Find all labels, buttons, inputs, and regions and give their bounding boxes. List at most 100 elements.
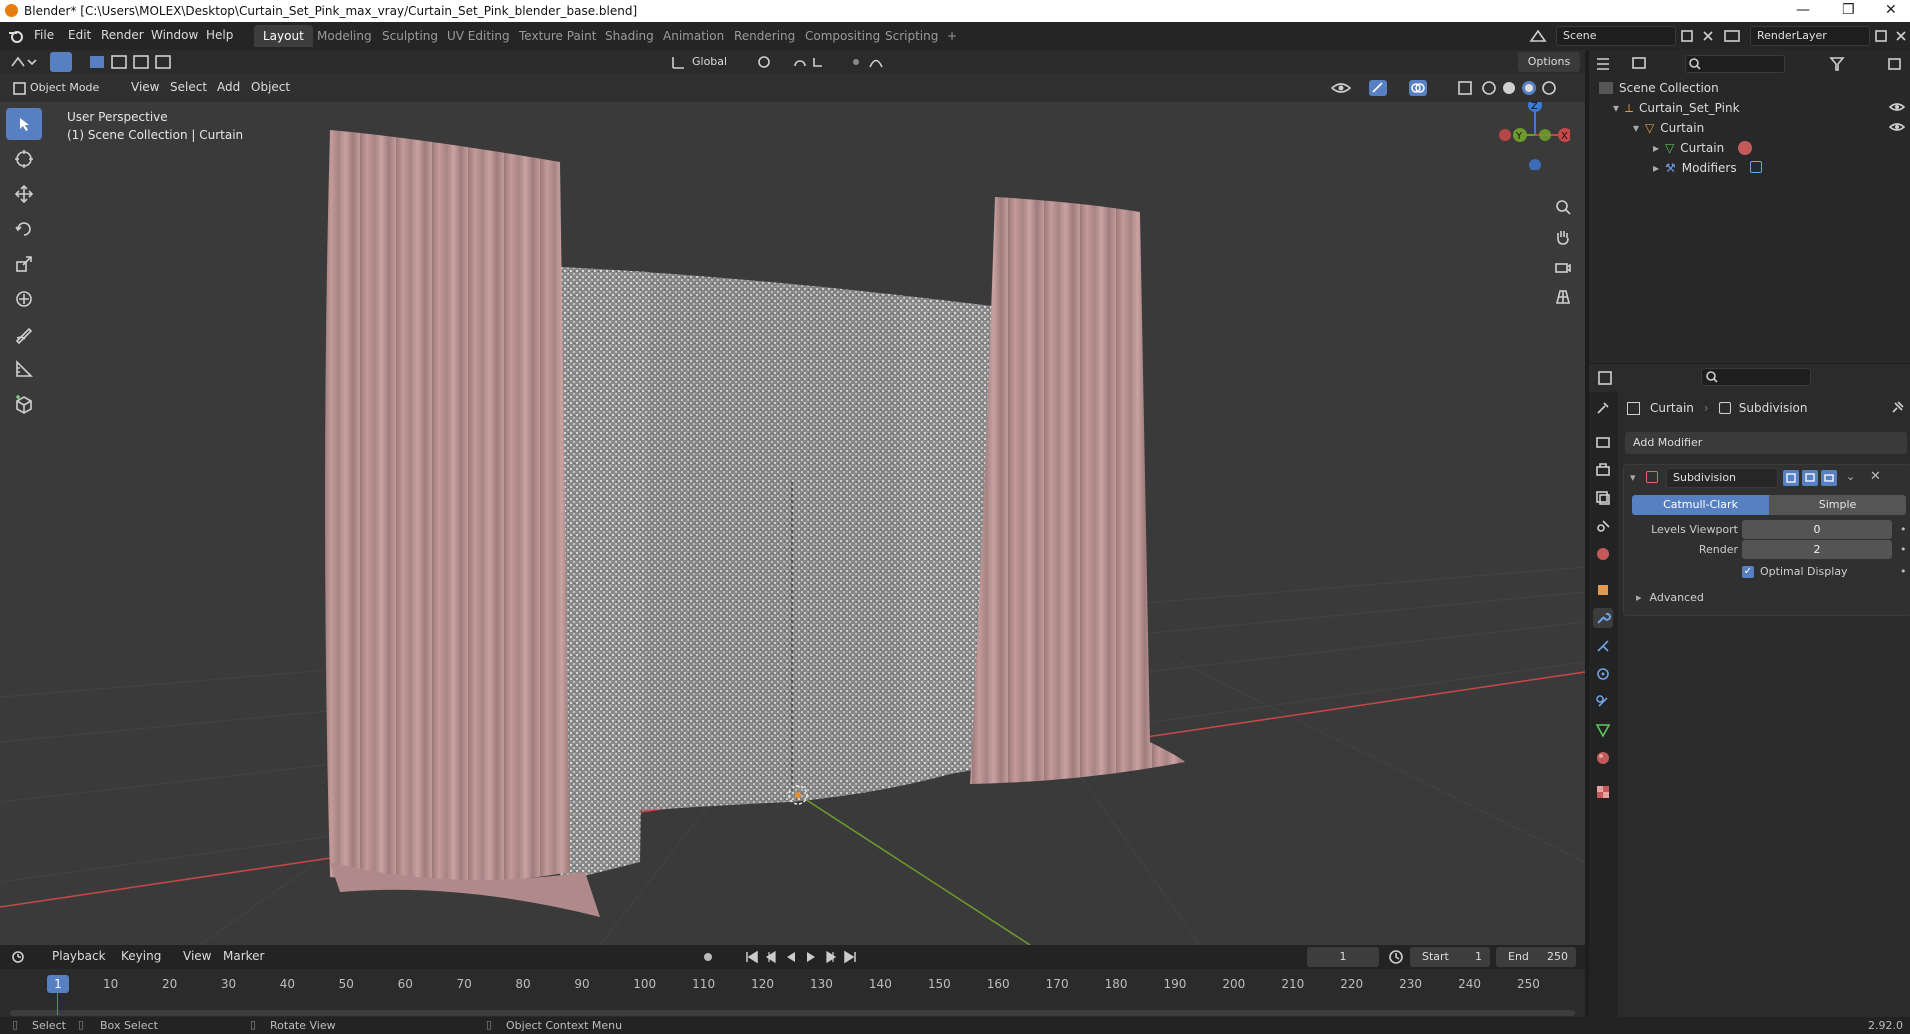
tab-layout[interactable]: Layout: [254, 25, 313, 47]
viewport-menu-view[interactable]: View: [131, 80, 159, 94]
preview-range-icon[interactable]: [1388, 949, 1406, 965]
scene-icon[interactable]: [1528, 27, 1552, 45]
optimal-display-checkbox[interactable]: ✓: [1742, 565, 1754, 578]
pin-icon[interactable]: [1889, 400, 1905, 416]
zoom-icon[interactable]: [1550, 194, 1576, 220]
menu-file[interactable]: File: [34, 28, 54, 42]
render-layer-icon[interactable]: [1722, 27, 1746, 45]
navigation-gizmo[interactable]: Z X Y: [1490, 102, 1570, 170]
maximize-button[interactable]: ❒: [1842, 2, 1855, 18]
xray-icon[interactable]: [1456, 79, 1474, 97]
output-tab-icon[interactable]: [1593, 460, 1613, 480]
close-button[interactable]: ✕: [1885, 2, 1897, 18]
transform-orientation-dropdown[interactable]: Global: [688, 52, 748, 72]
visibility-eye-icon[interactable]: [1889, 120, 1905, 134]
snap-icon[interactable]: [792, 54, 842, 70]
pan-hand-icon[interactable]: [1550, 224, 1576, 250]
select-box-tool[interactable]: [6, 108, 42, 140]
new-layer-icon[interactable]: [1874, 28, 1890, 44]
simple-button[interactable]: Simple: [1769, 495, 1906, 515]
outliner-editor-type-icon[interactable]: [1595, 56, 1625, 72]
catmull-clark-button[interactable]: Catmull-Clark: [1632, 495, 1769, 515]
keyframe-dot-icon[interactable]: •: [1900, 523, 1907, 536]
tab-texture-paint[interactable]: Texture Paint: [510, 25, 605, 47]
modifier-tab-wrench-icon[interactable]: [1593, 608, 1613, 628]
playback-controls[interactable]: [745, 949, 860, 965]
outliner-row-curtain-set[interactable]: ▾ ⟂ Curtain_Set_Pink: [1613, 98, 1740, 118]
menu-window[interactable]: Window: [151, 28, 198, 42]
tab-animation[interactable]: Animation: [654, 25, 733, 47]
outliner-row-modifiers[interactable]: ▸ ⚒ Modifiers: [1653, 158, 1763, 178]
render-layer-field[interactable]: RenderLayer: [1750, 26, 1870, 46]
editor-type-icon[interactable]: [10, 54, 38, 70]
data-tab-icon[interactable]: [1593, 720, 1613, 740]
select-tool-button[interactable]: [50, 52, 72, 72]
collapse-arrow-icon[interactable]: ▸: [1653, 161, 1659, 175]
visibility-eye-icon[interactable]: [1330, 79, 1360, 97]
tool-tab-icon[interactable]: [1593, 398, 1613, 418]
cursor-tool[interactable]: [6, 143, 42, 175]
keyframe-dot-icon[interactable]: •: [1900, 565, 1907, 578]
timeline-editor-type-icon[interactable]: [10, 949, 36, 965]
display-mode-icon[interactable]: [1631, 56, 1661, 72]
timeline-menu-keying[interactable]: Keying: [121, 949, 161, 963]
remove-layer-icon[interactable]: [1893, 28, 1909, 44]
tab-sculpting[interactable]: Sculpting: [373, 25, 447, 47]
outliner-row-curtain-object[interactable]: ▾ ▽ Curtain: [1633, 118, 1704, 138]
constraints-tab-icon[interactable]: [1593, 692, 1613, 712]
selection-mode-icons[interactable]: [88, 54, 178, 70]
properties-editor-type-icon[interactable]: [1597, 370, 1627, 386]
new-scene-icon[interactable]: [1680, 28, 1696, 44]
physics-tab-icon[interactable]: [1593, 664, 1613, 684]
add-workspace-button[interactable]: +: [938, 25, 966, 47]
advanced-subpanel-header[interactable]: ▸ Advanced: [1636, 591, 1704, 604]
perspective-toggle-icon[interactable]: [1550, 284, 1576, 310]
modifier-menu-chevron-icon[interactable]: ⌄: [1846, 470, 1855, 483]
modifier-visibility-toggles[interactable]: [1782, 469, 1838, 487]
timeline-menu-view[interactable]: View: [183, 949, 211, 963]
end-frame-field[interactable]: End 250: [1496, 947, 1576, 967]
texture-tab-icon[interactable]: [1593, 782, 1613, 802]
start-frame-field[interactable]: Start 1: [1410, 947, 1490, 967]
scale-tool[interactable]: [6, 248, 42, 280]
move-tool[interactable]: [6, 178, 42, 210]
playhead-marker[interactable]: 1: [47, 975, 69, 993]
viewport-menu-object[interactable]: Object: [251, 80, 290, 94]
object-tab-icon[interactable]: [1593, 580, 1613, 600]
tab-uv-editing[interactable]: UV Editing: [438, 25, 519, 47]
outliner-row-curtain-mesh[interactable]: ▸ ▽ Curtain: [1653, 138, 1753, 158]
timeline-menu-marker[interactable]: Marker: [223, 949, 264, 963]
outliner-row-scene-collection[interactable]: Scene Collection: [1599, 78, 1719, 98]
rotate-tool[interactable]: [6, 213, 42, 245]
measure-tool[interactable]: [6, 353, 42, 385]
filter-icon[interactable]: [1829, 56, 1859, 72]
blender-menu-icon[interactable]: [8, 28, 24, 44]
overlays-icon[interactable]: [1408, 79, 1430, 97]
timeline-menu-playback[interactable]: Playback: [52, 949, 106, 963]
visibility-eye-icon[interactable]: [1889, 100, 1905, 114]
tab-rendering[interactable]: Rendering: [725, 25, 804, 47]
collapse-arrow-icon[interactable]: ▸: [1653, 141, 1659, 155]
expand-arrow-icon[interactable]: ▾: [1633, 121, 1639, 135]
material-tab-icon[interactable]: [1593, 748, 1613, 768]
minimize-button[interactable]: —: [1796, 2, 1810, 18]
viewport-menu-select[interactable]: Select: [170, 80, 207, 94]
render-levels-field[interactable]: 2: [1742, 540, 1892, 559]
add-cube-tool[interactable]: [6, 388, 42, 420]
options-dropdown[interactable]: Options: [1518, 52, 1580, 72]
menu-render[interactable]: Render: [101, 28, 144, 42]
view-layer-tab-icon[interactable]: [1593, 488, 1613, 508]
proportional-editing-icon[interactable]: [848, 54, 898, 70]
remove-modifier-icon[interactable]: ✕: [1870, 469, 1881, 484]
camera-view-icon[interactable]: [1550, 254, 1576, 280]
transform-tool[interactable]: [6, 283, 42, 315]
scene-name-field[interactable]: Scene: [1556, 26, 1676, 46]
collapse-arrow-icon[interactable]: ▸: [1636, 591, 1642, 604]
record-keyframe-icon[interactable]: [700, 949, 720, 965]
3d-viewport[interactable]: User Perspective (1) Scene Collection | …: [0, 102, 1585, 945]
pivot-point-icon[interactable]: [756, 54, 784, 70]
tab-shading[interactable]: Shading: [596, 25, 663, 47]
tab-modeling[interactable]: Modeling: [308, 25, 381, 47]
optimal-display-checkbox-row[interactable]: ✓ Optimal Display: [1742, 565, 1848, 578]
add-modifier-dropdown[interactable]: Add Modifier: [1625, 432, 1907, 454]
